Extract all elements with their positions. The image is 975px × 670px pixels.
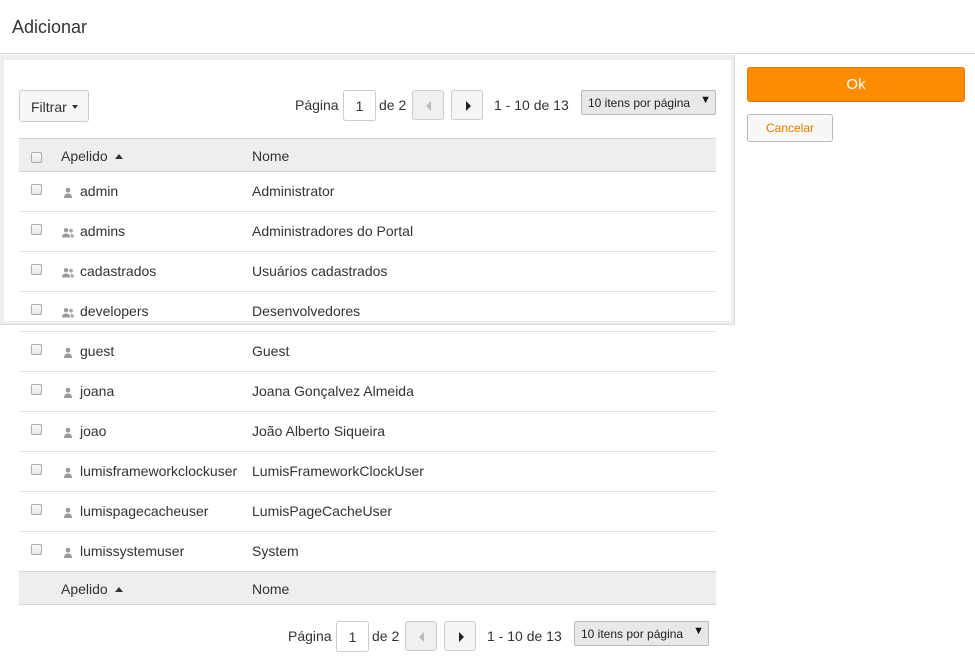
- cell-apelido: guest: [80, 343, 115, 359]
- cell-nome: Desenvolvedores: [252, 303, 361, 319]
- table-row[interactable]: admin Administrator: [19, 172, 716, 212]
- row-checkbox[interactable]: [31, 424, 42, 435]
- cell-nome: Joana Gonçalvez Almeida: [252, 383, 414, 399]
- ok-button[interactable]: Ok: [747, 67, 965, 102]
- sort-ascending-icon: [115, 587, 123, 592]
- prev-page-button[interactable]: [405, 621, 437, 651]
- cell-apelido: lumisframeworkclockuser: [80, 463, 238, 479]
- user-icon: [61, 466, 75, 478]
- user-icon: [61, 546, 75, 558]
- filter-button[interactable]: Filtrar: [19, 90, 89, 122]
- user-icon: [61, 506, 75, 518]
- per-page-select[interactable]: 10 itens por página ▼: [581, 90, 716, 115]
- row-checkbox[interactable]: [31, 504, 42, 515]
- chevron-right-icon: [466, 101, 471, 111]
- cell-apelido: developers: [80, 303, 149, 319]
- pagination-bottom: Página de 2 1 - 10 de 13 10 itens por pá…: [288, 621, 709, 653]
- per-page-select[interactable]: 10 itens por página ▼: [574, 621, 709, 646]
- table-row[interactable]: joao João Alberto Siqueira: [19, 412, 716, 452]
- user-icon: [61, 346, 75, 358]
- page-number-input[interactable]: [343, 90, 376, 121]
- table-row[interactable]: lumisframeworkclockuser LumisFrameworkClo…: [19, 452, 716, 492]
- table-footer-header: Apelido Nome: [19, 571, 716, 605]
- chevron-left-icon: [419, 632, 424, 642]
- cell-nome: Usuários cadastrados: [252, 263, 388, 279]
- page-number-input[interactable]: [336, 621, 369, 652]
- filter-button-label: Filtrar: [31, 99, 67, 115]
- chevron-left-icon: [426, 101, 431, 111]
- cell-nome: Administradores do Portal: [252, 223, 414, 239]
- row-checkbox[interactable]: [31, 544, 42, 555]
- per-page-label: 10 itens por página: [588, 96, 691, 110]
- row-checkbox[interactable]: [31, 184, 42, 195]
- column-header-nome[interactable]: Nome: [252, 581, 289, 597]
- row-checkbox[interactable]: [31, 344, 42, 355]
- cell-apelido: admins: [80, 223, 126, 239]
- cell-apelido: joana: [80, 383, 115, 399]
- row-checkbox[interactable]: [31, 224, 42, 235]
- dialog-title: Adicionar: [12, 17, 88, 37]
- table-row[interactable]: guest Guest: [19, 332, 716, 372]
- table-row[interactable]: lumispagecacheuser LumisPageCacheUser: [19, 492, 716, 532]
- table-row[interactable]: lumissystemuser System: [19, 532, 716, 572]
- per-page-label: 10 itens por página: [581, 627, 684, 641]
- caret-down-icon: [72, 105, 78, 109]
- cell-apelido: lumispagecacheuser: [80, 503, 209, 519]
- cell-apelido: joao: [80, 423, 107, 439]
- select-all-checkbox[interactable]: [31, 152, 42, 163]
- prev-page-button[interactable]: [412, 90, 444, 120]
- dialog-header: Adicionar: [0, 0, 975, 54]
- range-text: 1 - 10 de 13: [487, 628, 562, 644]
- table-header: Apelido Nome: [19, 138, 716, 172]
- chevron-right-icon: [459, 632, 464, 642]
- cell-nome: LumisPageCacheUser: [252, 503, 393, 519]
- row-checkbox[interactable]: [31, 384, 42, 395]
- pagination-top: Página de 2 1 - 10 de 13 10 itens por pá…: [295, 90, 716, 122]
- cell-nome: LumisFrameworkClockUser: [252, 463, 424, 479]
- user-icon: [61, 426, 75, 438]
- group-icon: [61, 266, 75, 278]
- group-icon: [61, 226, 75, 238]
- cell-nome: Guest: [252, 343, 290, 359]
- column-header-apelido[interactable]: Apelido: [61, 148, 108, 164]
- cell-apelido: admin: [80, 183, 119, 199]
- user-icon: [61, 386, 75, 398]
- cell-nome: Administrator: [252, 183, 335, 199]
- page-total-label: de 2: [379, 97, 407, 113]
- page-label: Página: [288, 628, 332, 644]
- table-row[interactable]: cadastrados Usuários cadastrados: [19, 252, 716, 292]
- cell-apelido: lumissystemuser: [80, 543, 185, 559]
- column-header-apelido[interactable]: Apelido: [61, 581, 108, 597]
- page-label: Página: [295, 97, 339, 113]
- cell-nome: System: [252, 543, 299, 559]
- range-text: 1 - 10 de 13: [494, 97, 569, 113]
- table-row[interactable]: developers Desenvolvedores: [19, 292, 716, 332]
- cell-apelido: cadastrados: [80, 263, 157, 279]
- dropdown-arrow-icon: ▼: [693, 625, 704, 637]
- group-icon: [61, 306, 75, 318]
- next-page-button[interactable]: [444, 621, 476, 651]
- table-row[interactable]: admins Administradores do Portal: [19, 212, 716, 252]
- row-checkbox[interactable]: [31, 464, 42, 475]
- user-icon: [61, 186, 75, 198]
- table-row[interactable]: joana Joana Gonçalvez Almeida: [19, 372, 716, 412]
- column-header-nome[interactable]: Nome: [252, 148, 289, 164]
- cancel-button[interactable]: Cancelar: [747, 114, 833, 142]
- row-checkbox[interactable]: [31, 304, 42, 315]
- dropdown-arrow-icon: ▼: [700, 94, 711, 106]
- row-checkbox[interactable]: [31, 264, 42, 275]
- next-page-button[interactable]: [451, 90, 483, 120]
- sort-ascending-icon: [115, 154, 123, 159]
- page-total-label: de 2: [372, 628, 400, 644]
- cell-nome: João Alberto Siqueira: [252, 423, 386, 439]
